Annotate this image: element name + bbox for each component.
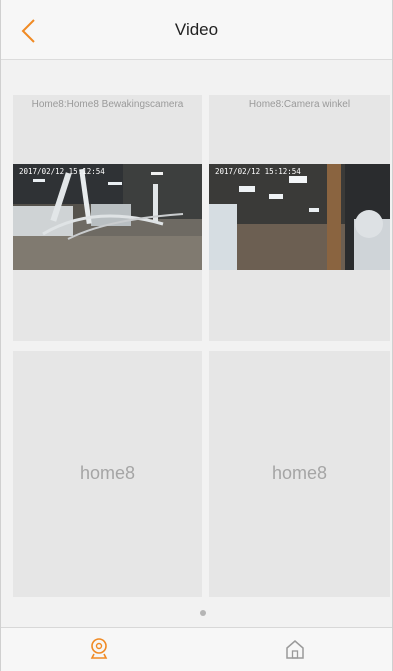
- tab-video[interactable]: [1, 628, 196, 671]
- placeholder-text: home8: [271, 463, 328, 483]
- empty-camera-slot[interactable]: home8: [13, 351, 202, 597]
- camera-tile[interactable]: Home8:Camera winkel 2017/02/12 15:12:54: [209, 95, 390, 341]
- camera-tile[interactable]: Home8:Home8 Bewakingscamera 2017/02/12 1…: [13, 95, 202, 341]
- tab-home[interactable]: [197, 628, 392, 671]
- camera-icon: [90, 638, 107, 659]
- camera-snapshot[interactable]: 2017/02/12 15:12:54: [13, 164, 202, 270]
- page-title: Video: [174, 20, 219, 39]
- empty-camera-slot[interactable]: home8: [209, 351, 390, 597]
- camera-label: Home8:Home8 Bewakingscamera: [31, 99, 184, 110]
- snapshot-timestamp: 2017/02/12 15:12:54: [19, 167, 105, 176]
- bottom-tab-bar: [1, 627, 392, 671]
- top-bar: Video: [1, 0, 392, 60]
- snapshot-timestamp: 2017/02/12 15:12:54: [215, 167, 301, 176]
- page-indicator-dot: [200, 610, 206, 616]
- home-icon: [285, 640, 304, 659]
- placeholder-text: home8: [79, 463, 136, 483]
- camera-snapshot[interactable]: 2017/02/12 15:12:54: [209, 164, 390, 270]
- camera-label: Home8:Camera winkel: [248, 99, 351, 110]
